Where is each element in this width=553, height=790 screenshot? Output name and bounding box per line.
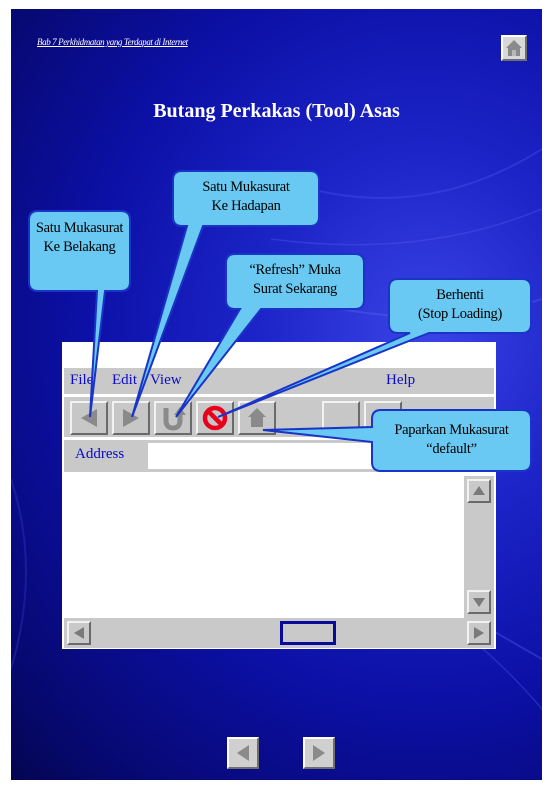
next-slide-button[interactable] xyxy=(303,737,335,769)
back-arrow-icon xyxy=(237,745,249,761)
callout-stop-text: Berhenti (Stop Loading) xyxy=(389,286,531,324)
callout-stop-line-2: (Stop Loading) xyxy=(418,306,502,322)
callout-home-line-1: Paparkan Mukasurat xyxy=(394,422,509,438)
callout-back-text: Satu Mukasurat Ke Belakang xyxy=(29,219,130,257)
callout-forward-line-1: Satu Mukasurat xyxy=(202,179,290,195)
callout-back-line-1: Satu Mukasurat xyxy=(35,220,124,236)
forward-arrow-icon xyxy=(313,745,325,761)
callout-layer xyxy=(28,170,532,472)
callout-home-line-2: “default” xyxy=(426,441,477,457)
callout-back-line-2: Ke Belakang xyxy=(43,239,116,255)
callout-home-text: Paparkan Mukasurat “default” xyxy=(372,421,531,459)
callout-forward-text: Satu Mukasurat Ke Hadapan xyxy=(173,178,319,216)
callout-forward-line-2: Ke Hadapan xyxy=(211,198,281,214)
slide: Bab 7 Perkhidmatan yang Terdapat di Inte… xyxy=(11,9,542,780)
previous-slide-button[interactable] xyxy=(227,737,259,769)
callout-refresh-line-2: Surat Sekarang xyxy=(253,281,337,297)
callout-refresh-line-1: “Refresh” Muka xyxy=(249,262,341,278)
callout-refresh-text: “Refresh” Muka Surat Sekarang xyxy=(226,261,364,299)
callout-stop-line-1: Berhenti xyxy=(436,287,484,303)
